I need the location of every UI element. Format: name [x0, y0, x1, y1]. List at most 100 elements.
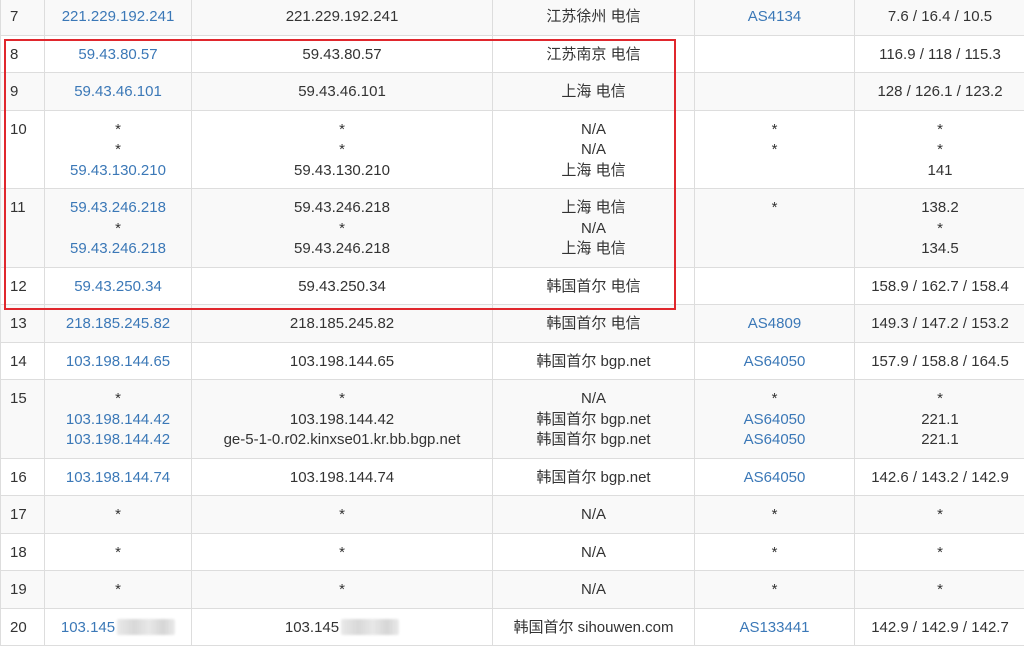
hop-latency: 142.6 / 143.2 / 142.9	[871, 468, 1009, 486]
hop-latency-cell: *	[854, 570, 1024, 609]
hop-hostname: *	[339, 581, 345, 598]
hop-location: 韩国首尔 bgp.net	[536, 352, 651, 370]
hop-hostname: 59.43.130.210	[294, 161, 390, 179]
hop-ip: *	[115, 581, 121, 598]
hop-asn-cell: AS4809	[694, 304, 855, 343]
hop-location-cell: 韩国首尔 电信	[492, 304, 695, 343]
hop-location-cell: 韩国首尔 bgp.net	[492, 341, 695, 380]
hop-latency: 221.1	[921, 410, 959, 428]
hop-ip-cell: 59.43.46.101	[44, 72, 192, 111]
hop-ip-cell: 59.43.246.218 * 59.43.246.218	[44, 188, 192, 268]
hop-ip[interactable]: 59.43.250.34	[45, 277, 191, 298]
hop-ip[interactable]: 103.198.144.42	[45, 410, 191, 431]
hop-hostname-cell: 218.185.245.82	[191, 304, 493, 343]
hop-hostname-cell: * * 59.43.130.210	[191, 109, 493, 189]
hop-location: 韩国首尔 电信	[546, 315, 641, 332]
hop-asn-cell: *	[694, 532, 855, 571]
hop-asn-cell	[694, 72, 855, 111]
hop-ip[interactable]: 103.198.144.74	[45, 468, 191, 489]
hop-latency: 221.1	[921, 431, 959, 448]
table-row: 7 221.229.192.241 221.229.192.241 江苏徐州 电信 AS…	[0, 0, 1024, 36]
hop-hostname: 59.43.46.101	[298, 83, 386, 100]
hop-number: 7	[0, 0, 45, 36]
hop-ip[interactable]: 59.43.130.210	[45, 161, 191, 182]
hop-asn[interactable]: AS4809	[695, 314, 854, 335]
hop-latency: *	[937, 141, 943, 158]
hop-asn: *	[771, 581, 778, 598]
hop-ip[interactable]: 59.43.246.218	[45, 239, 191, 260]
hop-ip[interactable]: 221.229.192.241	[45, 7, 191, 28]
hop-location: 上海 电信	[561, 240, 626, 257]
hop-ip-cell: *	[44, 570, 192, 609]
hop-location: 韩国首尔 电信	[546, 277, 641, 295]
hop-latency: 134.5	[921, 240, 959, 257]
hop-ip: *	[115, 141, 121, 158]
hop-asn[interactable]: AS133441	[695, 618, 854, 639]
hop-asn[interactable]: AS64050	[695, 352, 854, 373]
hop-hostname-cell: 221.229.192.241	[191, 0, 493, 36]
hop-ip-cell: * * 59.43.130.210	[44, 109, 192, 189]
hop-number: 13	[0, 304, 45, 343]
hop-number: 20	[0, 607, 45, 646]
hop-ip[interactable]: 218.185.245.82	[45, 314, 191, 335]
hop-hostname-cell: *	[191, 570, 493, 609]
hop-location: N/A	[580, 219, 606, 237]
hop-hostname: *	[339, 506, 345, 523]
hop-ip-cell: * 103.198.144.42 103.198.144.42	[44, 379, 192, 459]
hop-asn-cell: AS4134	[694, 0, 855, 36]
hop-hostname: 221.229.192.241	[285, 8, 399, 25]
hop-hostname-cell: *	[191, 495, 493, 534]
hop-location: 韩国首尔 bgp.net	[536, 410, 651, 428]
hop-ip[interactable]: 103.145	[45, 618, 191, 639]
hop-latency-cell: 116.9 / 118 / 115.3	[854, 34, 1024, 73]
hop-location: 上海 电信	[561, 83, 626, 100]
hop-asn[interactable]: AS4134	[695, 7, 854, 28]
hop-location: N/A	[580, 120, 606, 138]
hop-hostname: 218.185.245.82	[289, 315, 395, 332]
hop-hostname: 59.43.246.218	[294, 240, 390, 257]
hop-hostname: *	[339, 543, 345, 561]
hop-latency: 141	[927, 161, 953, 179]
hop-ip[interactable]: 59.43.246.218	[45, 198, 191, 219]
hop-location-cell: N/A	[492, 532, 695, 571]
hop-hostname-cell: *	[191, 532, 493, 571]
hop-hostname: 59.43.250.34	[298, 277, 386, 295]
table-row: 19 * * N/A * *	[0, 570, 1024, 609]
hop-ip-cell: *	[44, 532, 192, 571]
hop-ip[interactable]: 103.198.144.42	[45, 430, 191, 451]
hop-latency: *	[937, 120, 943, 138]
hop-hostname: 103.145	[192, 618, 492, 639]
hop-asn-cell: * *	[694, 109, 855, 189]
hop-asn[interactable]: AS64050	[695, 410, 854, 431]
hop-hostname-cell: 103.198.144.65	[191, 341, 493, 380]
hop-ip[interactable]: 103.198.144.65	[45, 352, 191, 373]
hop-asn-cell: AS64050	[694, 341, 855, 380]
hop-location: 韩国首尔 bgp.net	[536, 468, 651, 486]
hop-asn: *	[771, 120, 778, 138]
traceroute-body: 7 221.229.192.241 221.229.192.241 江苏徐州 电信 AS…	[0, 0, 1024, 646]
hop-location-cell: 上海 电信	[492, 72, 695, 111]
hop-latency: 158.9 / 162.7 / 158.4	[871, 277, 1009, 295]
hop-asn[interactable]: AS64050	[695, 430, 854, 451]
hop-location: 上海 电信	[561, 199, 626, 216]
hop-location: N/A	[580, 581, 606, 598]
hop-ip[interactable]: 59.43.46.101	[45, 82, 191, 103]
hop-ip: *	[115, 543, 121, 561]
hop-latency-cell: 7.6 / 16.4 / 10.5	[854, 0, 1024, 36]
hop-asn[interactable]: AS64050	[695, 468, 854, 489]
hop-number: 18	[0, 532, 45, 571]
hop-hostname: ge-5-1-0.r02.kinxse01.kr.bb.bgp.net	[223, 431, 461, 448]
hop-latency-cell: 138.2 * 134.5	[854, 188, 1024, 268]
hop-ip[interactable]: 59.43.80.57	[45, 45, 191, 66]
hop-ip-cell: 103.198.144.74	[44, 457, 192, 496]
hop-asn-cell: *	[694, 495, 855, 534]
hop-location-cell: 上海 电信 N/A 上海 电信	[492, 188, 695, 268]
hop-latency-cell: *	[854, 495, 1024, 534]
hop-number: 19	[0, 570, 45, 609]
hop-number: 16	[0, 457, 45, 496]
hop-asn-cell: AS64050	[694, 457, 855, 496]
hop-hostname-cell: 103.198.144.74	[191, 457, 493, 496]
hop-asn-cell: *	[694, 570, 855, 609]
hop-ip-cell: 221.229.192.241	[44, 0, 192, 36]
hop-ip-cell: 59.43.250.34	[44, 266, 192, 305]
